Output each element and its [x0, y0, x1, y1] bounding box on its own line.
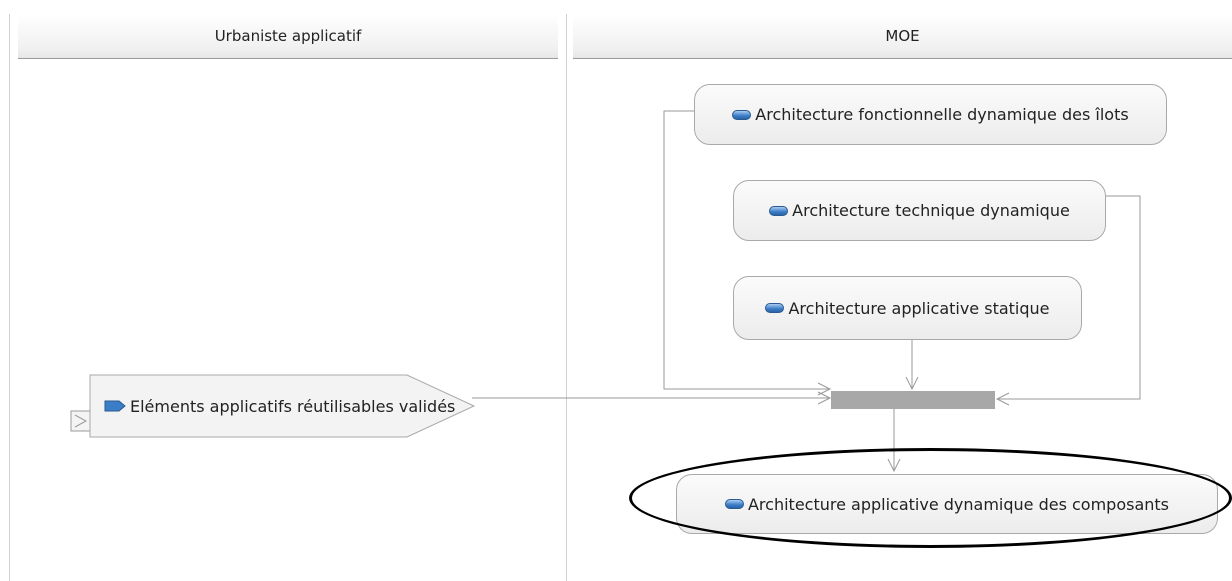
highlight-ellipse: [629, 448, 1232, 548]
send-signal-reuse[interactable]: Eléments applicatifs réutilisables valid…: [104, 386, 455, 426]
activity-label: Architecture technique dynamique: [792, 201, 1070, 220]
activity-diagram: Urbaniste applicatif MOE Architecture fo…: [0, 0, 1232, 581]
join-bar: [831, 391, 995, 409]
activity-pill-icon: [765, 303, 785, 313]
signal-label: Eléments applicatifs réutilisables valid…: [130, 396, 456, 416]
activity-label: Architecture fonctionnelle dynamique des…: [755, 105, 1129, 124]
activity-label: Architecture applicative statique: [788, 298, 1050, 318]
edge-func-to-join: [663, 110, 830, 390]
activity-func-dyn[interactable]: Architecture fonctionnelle dynamique des…: [694, 84, 1167, 145]
input-pin-icon: [70, 410, 92, 432]
send-signal-icon: [104, 400, 126, 412]
activity-app-stat[interactable]: Architecture applicative statique: [733, 276, 1082, 340]
activity-pill-icon: [769, 205, 789, 216]
activity-tech-dyn[interactable]: Architecture technique dynamique: [733, 180, 1106, 241]
activity-pill-icon: [732, 109, 752, 120]
